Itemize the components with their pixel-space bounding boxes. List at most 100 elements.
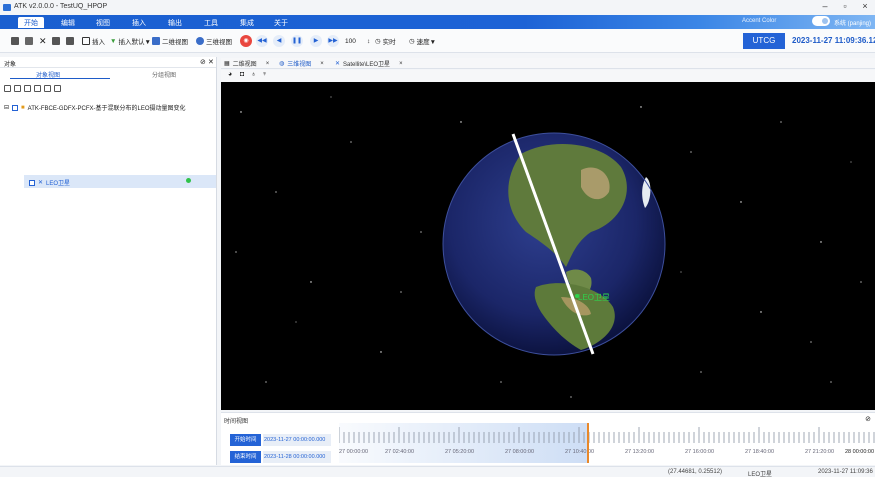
- end-time-value[interactable]: 2023-11-28 00:00:00.000: [263, 451, 331, 463]
- speed-icon: ◷: [409, 38, 415, 45]
- step-back-button[interactable]: ◀: [273, 35, 285, 47]
- light-icon[interactable]: ♁: [251, 71, 256, 78]
- tick-label: 27 13:20:00: [625, 449, 655, 455]
- satellite-viewport-label[interactable]: LEO卫星: [578, 292, 610, 303]
- menu-about[interactable]: 关于: [268, 17, 294, 28]
- satellite-tree-node[interactable]: ✕ LEO卫星: [29, 178, 70, 187]
- satellite-icon: ✕: [38, 180, 44, 186]
- save-all-icon[interactable]: [66, 35, 74, 47]
- tab-3d-label: 三维视图: [287, 62, 312, 68]
- close-tab-icon[interactable]: ×: [399, 61, 403, 67]
- viewport-toolbar: ◕ ◘ ♁ ♆: [221, 70, 875, 82]
- window-title: ATK v2.0.0.0 - TestUQ_HPOP: [14, 3, 108, 10]
- realtime-button[interactable]: ◷ 实时: [375, 35, 396, 47]
- add-object-icon[interactable]: [14, 85, 21, 92]
- 3d-viewport[interactable]: LEO卫星: [221, 82, 875, 410]
- collapse-icon[interactable]: ⊟: [4, 104, 9, 111]
- settings-icon[interactable]: ♆: [262, 71, 267, 78]
- clock-icon: ◷: [375, 38, 381, 45]
- scenario-checkbox[interactable]: [12, 104, 19, 111]
- tick-label: 27 00:00:00: [339, 449, 369, 455]
- menu-insert[interactable]: 插入: [126, 17, 152, 28]
- menu-home[interactable]: 开始: [18, 17, 44, 28]
- timeline-axis[interactable]: 27 00:00:00 27 02:40:00 27 05:20:00 27 0…: [339, 423, 875, 463]
- fast-forward-button[interactable]: ▶▶: [327, 35, 339, 47]
- screenshot-icon[interactable]: ◘: [240, 71, 244, 78]
- play-button[interactable]: ▶: [310, 35, 322, 47]
- map-icon: [152, 37, 160, 45]
- copy-icon[interactable]: [34, 85, 41, 92]
- menu-view[interactable]: 视图: [90, 17, 116, 28]
- tab-satellite-view[interactable]: ✕ Satellite\LEO卫星 ×: [335, 59, 403, 69]
- settings-icon[interactable]: [4, 85, 11, 92]
- reset-icon: ◉: [240, 35, 252, 47]
- save-icon[interactable]: [52, 35, 60, 47]
- funnel-icon: ▼: [110, 37, 117, 45]
- insert-icon: [82, 37, 90, 45]
- scenario-icon: ■: [21, 104, 25, 111]
- object-panel-header: 对象 ⊘ ✕: [0, 57, 216, 68]
- delete-icon[interactable]: [44, 85, 51, 92]
- insert-default-button[interactable]: ▼ 插入默认▼: [110, 35, 151, 47]
- tick-label: 27 05:20:00: [445, 449, 475, 455]
- timeline-title: 时间视图: [224, 419, 249, 425]
- pause-button[interactable]: ❚❚: [291, 35, 303, 47]
- map-icon: ▦: [224, 61, 230, 67]
- satellite-icon: ✕: [335, 61, 341, 67]
- object-panel-title: 对象: [4, 62, 17, 68]
- close-tab-icon[interactable]: ×: [320, 61, 324, 67]
- minimize-button[interactable]: –: [818, 1, 832, 11]
- step-value[interactable]: 100: [345, 35, 356, 47]
- start-time-label[interactable]: 开始时间: [230, 434, 261, 446]
- pin-icon[interactable]: ⊘: [200, 58, 206, 66]
- timeline-panel: 时间视图 ⊘ 开始时间 2023-11-27 00:00:00.000 结束时间…: [221, 412, 875, 465]
- open-folder-icon[interactable]: [25, 35, 33, 47]
- properties-icon[interactable]: [24, 85, 31, 92]
- reset-button[interactable]: ◉: [240, 35, 252, 47]
- status-time: 2023-11-27 11:09:36: [818, 469, 873, 475]
- utcg-button[interactable]: UTCG: [743, 33, 785, 49]
- scenario-tree-node[interactable]: ⊟ ■ ATK-FBCE-GDFX-PCFX-基于混联分布的LEO摄动量图变化: [4, 103, 186, 112]
- tick-label: 27 10:40:00: [565, 449, 595, 455]
- insert-default-label: 插入默认▼: [118, 39, 151, 46]
- menu-output[interactable]: 输出: [162, 17, 188, 28]
- menu-integration[interactable]: 集成: [234, 17, 260, 28]
- step-stepper[interactable]: ↕: [367, 35, 370, 47]
- accent-color-label: Accent Color: [742, 18, 777, 24]
- speed-button[interactable]: ◷ 速度▼: [409, 35, 436, 47]
- rewind-button[interactable]: ◀◀: [256, 35, 268, 47]
- insert-button[interactable]: 插入: [82, 35, 105, 47]
- satellite-checkbox[interactable]: [29, 179, 35, 186]
- view2d-button[interactable]: 二维视图: [152, 35, 188, 47]
- view2d-label: 二维视图: [162, 39, 188, 46]
- tick-label: 27 08:00:00: [505, 449, 535, 455]
- close-button[interactable]: ×: [858, 1, 872, 11]
- close-panel-icon[interactable]: ✕: [208, 58, 214, 66]
- speed-label: 速度▼: [416, 39, 437, 46]
- tab-2d-view[interactable]: ▦ 二维视图 ×: [224, 59, 270, 69]
- satellite-status-dot: [186, 178, 191, 183]
- theme-toggle[interactable]: [812, 16, 830, 26]
- maximize-button[interactable]: ▫: [838, 1, 852, 11]
- view3d-button[interactable]: 三维视图: [196, 35, 232, 47]
- close-file-icon[interactable]: ✕: [39, 35, 47, 47]
- timeline-ticks: [339, 427, 875, 443]
- end-time-label[interactable]: 结束时间: [230, 451, 261, 463]
- time-cursor[interactable]: [587, 423, 590, 463]
- menu-edit[interactable]: 编辑: [55, 17, 81, 28]
- view-tabs: ▦ 二维视图 × ◍ 三维视图 × ✕ Satellite\LEO卫星 ×: [221, 58, 875, 69]
- new-file-icon[interactable]: [11, 35, 19, 47]
- tick-label: 27 18:40:00: [745, 449, 775, 455]
- start-time-value[interactable]: 2023-11-27 00:00:00.000: [263, 434, 331, 446]
- list-icon[interactable]: [54, 85, 61, 92]
- menu-tools[interactable]: 工具: [198, 17, 224, 28]
- user-label[interactable]: 系统 (panjing): [834, 18, 871, 27]
- tab-3d-view[interactable]: ◍ 三维视图 ×: [279, 59, 324, 69]
- camera-icon[interactable]: ◕: [228, 71, 232, 78]
- rewind-icon: ◀◀: [256, 35, 268, 47]
- current-time: 2023-11-27 11:09:36.128: [792, 36, 875, 45]
- tab-group-view[interactable]: 分组视图: [152, 70, 176, 79]
- title-bar: ATK v2.0.0.0 - TestUQ_HPOP – ▫ ×: [0, 0, 875, 15]
- close-tab-icon[interactable]: ×: [266, 61, 270, 67]
- pin-icon[interactable]: ⊘: [865, 415, 871, 423]
